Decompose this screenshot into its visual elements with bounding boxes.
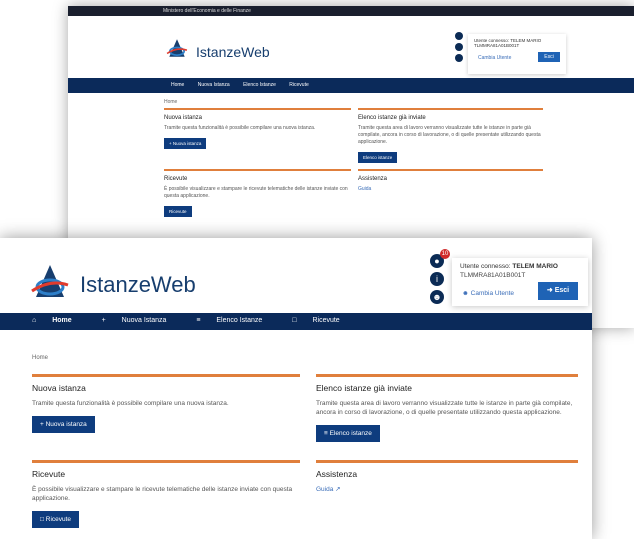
logout-button[interactable]: ➜ Esci xyxy=(538,282,578,300)
nav-nuova-label: Nuova Istanza xyxy=(121,317,167,324)
ricevute-label: Ricevute xyxy=(45,516,72,523)
user-icon[interactable]: ☻ xyxy=(430,290,444,304)
nav-home-label: Home xyxy=(52,317,72,324)
card-desc: È possibile visualizzare e stampare le r… xyxy=(32,486,293,502)
nav-nuova-istanza[interactable]: + Nuova Istanza xyxy=(102,317,181,324)
document-icon: □ xyxy=(292,317,297,324)
nav-nuova-istanza[interactable]: Nuova Istanza xyxy=(198,82,230,88)
card-title: Elenco istanze già inviate xyxy=(358,115,426,121)
card-desc: È possibile visualizzare e stampare le r… xyxy=(164,186,348,199)
external-link-icon: ↗ xyxy=(335,486,341,493)
card-desc: Tramite questa area di lavoro verranno v… xyxy=(316,400,573,416)
list-icon: ≡ xyxy=(324,430,328,437)
card-nuova-istanza: Nuova istanza Tramite questa funzionalit… xyxy=(164,108,351,149)
breadcrumb[interactable]: Home xyxy=(164,99,177,105)
user-icons xyxy=(455,32,464,65)
breadcrumb[interactable]: Home xyxy=(32,355,48,361)
nuova-istanza-button[interactable]: + Nuova istanza xyxy=(32,416,95,433)
nuova-istanza-label: Nuova istanza xyxy=(45,421,87,428)
guida-link[interactable]: Guida ↗ xyxy=(316,486,341,493)
elenco-istanze-button[interactable]: Elenco istanze xyxy=(358,152,398,163)
card-title: Ricevute xyxy=(164,176,188,182)
nuova-istanza-button[interactable]: + Nuova istanza xyxy=(164,138,207,149)
user-icons: ● 10 i ☻ xyxy=(430,249,450,308)
change-user-link[interactable]: Cambia Utente xyxy=(478,55,511,61)
card-ricevute: Ricevute È possibile visualizzare e stam… xyxy=(32,460,300,528)
user-name: TELEM MARIO xyxy=(512,263,558,270)
ricevute-button[interactable]: □ Ricevute xyxy=(32,511,80,528)
elenco-istanze-label: Elenco istanze xyxy=(329,430,372,437)
card-desc: Tramite questa funzionalità è possibile … xyxy=(32,400,229,407)
nav-elenco-istanze[interactable]: Elenco Istanze xyxy=(243,82,276,88)
user-code: TLMMRA81A01B001T xyxy=(474,43,520,48)
card-title: Ricevute xyxy=(32,469,66,479)
info-icon[interactable] xyxy=(455,43,463,51)
info-icon[interactable]: i xyxy=(430,272,444,286)
card-title: Elenco istanze già inviate xyxy=(316,383,412,393)
card-assistenza: Assistenza Guida xyxy=(358,169,543,192)
nav-ricevute-label: Ricevute xyxy=(312,317,340,324)
istanzeweb-logo-icon xyxy=(31,265,69,297)
card-elenco-istanze: Elenco istanze già inviate Tramite quest… xyxy=(316,374,578,442)
ministry-topbar: Ministero dell'Economia e delle Finanze xyxy=(68,6,634,16)
header: IstanzeWeb Utente connesso: TELEM MARIO … xyxy=(68,16,634,74)
ricevute-button[interactable]: Ricevute xyxy=(164,206,192,217)
card-nuova-istanza: Nuova istanza Tramite questa funzionalit… xyxy=(32,374,300,433)
card-title: Assistenza xyxy=(358,176,388,182)
front-screenshot: IstanzeWeb ● 10 i ☻ Utente connesso: TELE… xyxy=(0,238,592,539)
card-title: Nuova istanza xyxy=(32,383,86,393)
user-box: Utente connesso: TELEM MARIO TLMMRA81A01… xyxy=(468,34,566,74)
document-icon: □ xyxy=(40,516,44,523)
user-connected-label: Utente connesso: xyxy=(460,263,513,270)
istanzeweb-logo-icon xyxy=(166,39,188,57)
user-box: Utente connesso: TELEM MARIO TLMMRA81A01… xyxy=(452,258,588,306)
logout-button[interactable]: Esci xyxy=(538,52,560,62)
nav-ricevute[interactable]: Ricevute xyxy=(289,82,308,88)
notification-icon[interactable] xyxy=(455,32,463,40)
notification-badge: 10 xyxy=(440,249,450,259)
main-nav: Home Nuova Istanza Elenco Istanze Ricevu… xyxy=(68,78,634,93)
user-code: TLMMRA81A01B001T xyxy=(460,272,526,279)
card-elenco-istanze: Elenco istanze già inviate Tramite quest… xyxy=(358,108,543,163)
nav-elenco-label: Elenco Istanze xyxy=(216,317,263,324)
elenco-istanze-button[interactable]: ≡ Elenco istanze xyxy=(316,425,380,442)
app-title: IstanzeWeb xyxy=(80,272,196,297)
user-connected: Utente connesso: TELEM MARIO xyxy=(460,263,580,270)
home-icon: ⌂ xyxy=(32,317,37,324)
nav-ricevute[interactable]: □ Ricevute xyxy=(292,317,353,324)
list-icon: ≡ xyxy=(196,317,201,324)
card-ricevute: Ricevute È possibile visualizzare e stam… xyxy=(164,169,351,217)
nav-home[interactable]: ⌂ Home xyxy=(32,317,86,324)
app-title: IstanzeWeb xyxy=(196,44,270,60)
main-nav: ⌂ Home + Nuova Istanza ≡ Elenco Istanze … xyxy=(0,313,592,330)
guida-link[interactable]: Guida xyxy=(358,186,371,192)
change-user-link[interactable]: ☻ Cambia Utente xyxy=(462,290,514,297)
card-desc: Tramite questa area di lavoro verranno v… xyxy=(358,125,541,145)
guida-label: Guida xyxy=(316,486,334,493)
nav-elenco-istanze[interactable]: ≡ Elenco Istanze xyxy=(196,317,276,324)
notification-icon[interactable]: ● 10 xyxy=(430,249,450,268)
nav-home[interactable]: Home xyxy=(171,82,184,88)
logout-label: Esci xyxy=(554,287,570,294)
header: IstanzeWeb ● 10 i ☻ Utente connesso: TELE… xyxy=(0,238,592,313)
card-title: Nuova istanza xyxy=(164,115,203,121)
card-desc: Tramite questa funzionalità è possibile … xyxy=(164,125,316,131)
plus-icon: + xyxy=(40,421,44,428)
user-icon[interactable] xyxy=(455,54,463,62)
card-title: Assistenza xyxy=(316,469,358,479)
change-user-label: Cambia Utente xyxy=(470,290,515,297)
card-assistenza: Assistenza Guida ↗ xyxy=(316,460,578,493)
plus-icon: + xyxy=(101,317,106,324)
